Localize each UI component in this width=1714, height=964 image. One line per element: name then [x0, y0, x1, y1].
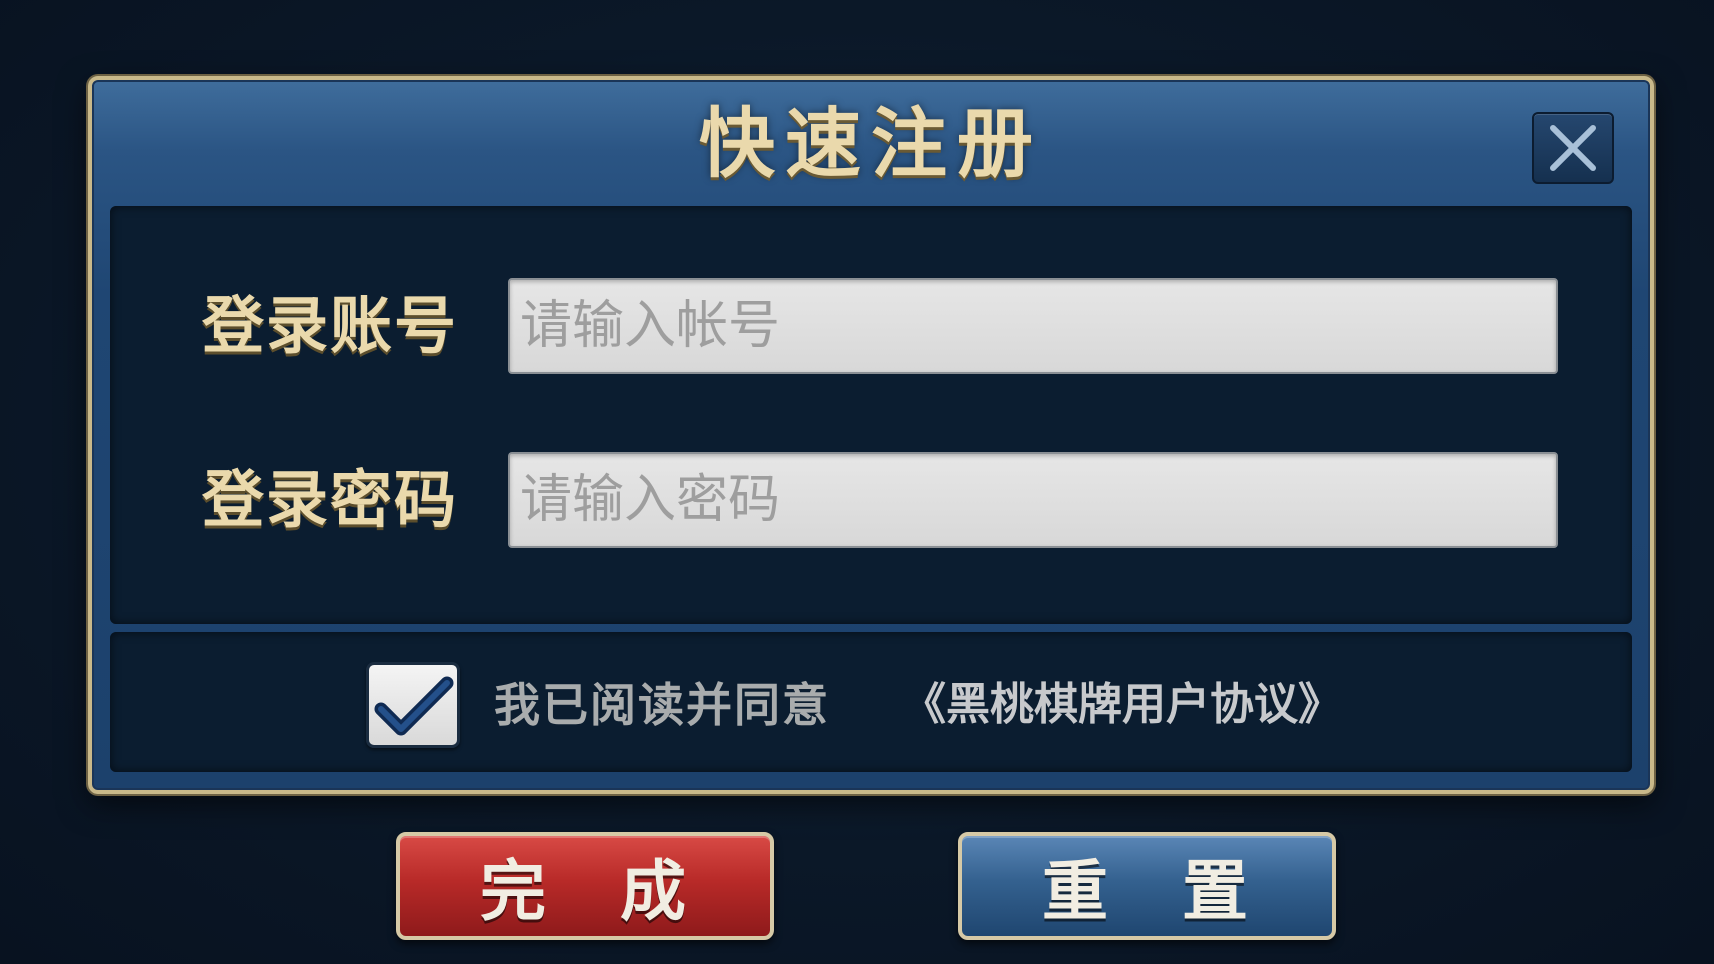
account-input[interactable]: [508, 278, 1558, 374]
agreement-text: 我已阅读并同意: [494, 678, 830, 732]
dialog-title: 快速注册: [699, 99, 1043, 188]
form-panel: 登录账号 登录密码: [110, 206, 1632, 624]
account-row: 登录账号: [110, 276, 1632, 376]
register-dialog: 快速注册 登录账号 登录密码 我已阅读并同意 《黑桃棋牌用户协议》: [88, 76, 1654, 794]
close-icon: [1550, 125, 1596, 171]
agreement-panel: 我已阅读并同意 《黑桃棋牌用户协议》: [110, 632, 1632, 772]
account-label: 登录账号: [202, 289, 459, 362]
reset-button-label: 重 置: [1042, 853, 1252, 930]
close-button[interactable]: [1532, 112, 1614, 184]
reset-button[interactable]: 重 置: [958, 832, 1336, 940]
finish-button-label: 完 成: [480, 853, 690, 930]
checkmark-icon: [374, 676, 454, 736]
password-label: 登录密码: [202, 463, 459, 536]
password-row: 登录密码: [110, 450, 1632, 550]
agreement-checkbox[interactable]: [366, 662, 460, 748]
password-input[interactable]: [508, 452, 1558, 548]
finish-button[interactable]: 完 成: [396, 832, 774, 940]
user-agreement-link[interactable]: 《黑桃棋牌用户协议》: [902, 662, 1342, 748]
